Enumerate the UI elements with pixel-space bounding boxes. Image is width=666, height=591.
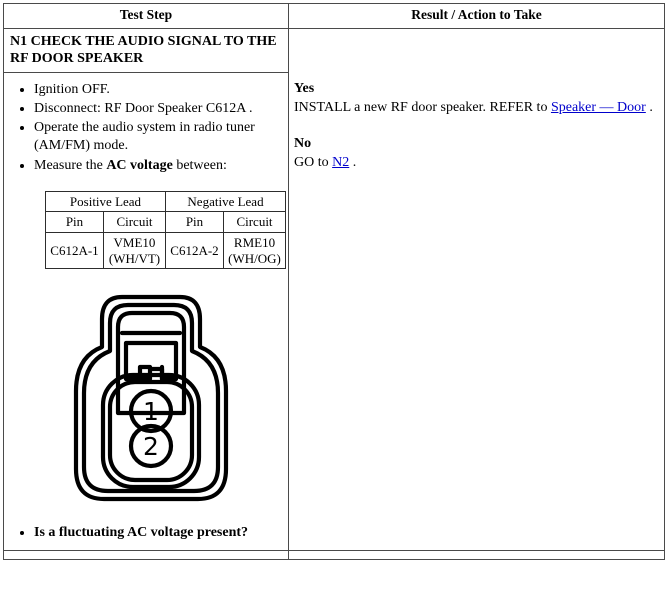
- table-row: Positive Lead Negative Lead: [45, 190, 286, 213]
- step-question-text: Is a fluctuating AC voltage present?: [34, 525, 249, 541]
- list-item: Is a fluctuating AC voltage present?: [34, 524, 284, 542]
- negative-circuit-header: Circuit: [223, 211, 286, 233]
- yes-instruction-suffix: .: [645, 99, 653, 115]
- positive-circuit-header: Circuit: [103, 211, 166, 233]
- bullet-text: Measure the: [34, 157, 107, 173]
- negative-lead-header: Negative Lead: [165, 190, 286, 213]
- step-question-list: Is a fluctuating AC voltage present?: [8, 524, 284, 542]
- step-title: N1 CHECK THE AUDIO SIGNAL TO THE RF DOOR…: [3, 27, 289, 73]
- list-item: Operate the audio system in radio tuner …: [34, 119, 284, 155]
- bullet-text: Disconnect: RF Door Speaker C612A .: [34, 101, 253, 117]
- next-step-row: [3, 550, 665, 561]
- negative-circuit-value: RME10 (WH/OG): [223, 231, 286, 270]
- no-label: No: [294, 135, 312, 151]
- yes-instruction-text: INSTALL a new RF door speaker. REFER to: [294, 99, 551, 115]
- bullet-text: Ignition OFF.: [34, 81, 110, 97]
- column-header-test-step: Test Step: [3, 3, 289, 29]
- speaker-door-link[interactable]: Speaker — Door: [551, 100, 646, 115]
- negative-pin-value: C612A-2: [165, 231, 224, 270]
- result-top-spacer: [294, 33, 659, 80]
- bullet-text-suffix: between:: [172, 157, 227, 173]
- column-header-result-action: Result / Action to Take: [288, 3, 665, 29]
- connector-pin-1-label: 1: [143, 397, 159, 426]
- next-step-left-cell: [3, 550, 289, 561]
- step-bullet-list: Ignition OFF. Disconnect: RF Door Speake…: [8, 81, 284, 175]
- step-body-cell: Ignition OFF. Disconnect: RF Door Speake…: [3, 71, 289, 552]
- step-title-row: N1 CHECK THE AUDIO SIGNAL TO THE RF DOOR…: [3, 27, 665, 552]
- connector-diagram-icon: 1 2: [73, 295, 229, 502]
- yes-label: Yes: [294, 80, 315, 96]
- list-item: Ignition OFF.: [34, 81, 284, 99]
- positive-pin-header: Pin: [45, 211, 104, 233]
- pinpoint-test-page: Test Step Result / Action to Take N1 CHE…: [0, 0, 666, 591]
- result-mid-spacer: [294, 118, 659, 135]
- bullet-text: Operate the audio system in radio tuner …: [34, 120, 255, 154]
- table-row: Pin Circuit Pin Circuit: [45, 211, 286, 233]
- list-item: Measure the AC voltage between:: [34, 157, 284, 175]
- measurement-leads-table: Positive Lead Negative Lead Pin Circuit …: [45, 190, 286, 270]
- positive-lead-header: Positive Lead: [45, 190, 166, 213]
- bullet-emphasis: AC voltage: [106, 157, 173, 173]
- connector-pin-2-label: 2: [143, 432, 159, 461]
- table-header-row: Test Step Result / Action to Take: [3, 3, 665, 29]
- n2-link[interactable]: N2: [332, 155, 349, 170]
- result-action-cell: Yes INSTALL a new RF door speaker. REFER…: [288, 27, 665, 552]
- no-instruction-suffix: .: [349, 154, 357, 170]
- table-row: C612A-1 VME10 (WH/VT) C612A-2 RME10 (WH/…: [45, 231, 286, 270]
- connector-illustration: 1 2: [8, 283, 284, 518]
- list-item: Disconnect: RF Door Speaker C612A .: [34, 100, 284, 118]
- negative-pin-header: Pin: [165, 211, 224, 233]
- pinpoint-test-table: Test Step Result / Action to Take N1 CHE…: [3, 3, 665, 561]
- no-instruction-text: GO to: [294, 154, 333, 170]
- next-step-right-cell: [288, 550, 665, 561]
- positive-pin-value: C612A-1: [45, 231, 104, 270]
- positive-circuit-value: VME10 (WH/VT): [103, 231, 166, 270]
